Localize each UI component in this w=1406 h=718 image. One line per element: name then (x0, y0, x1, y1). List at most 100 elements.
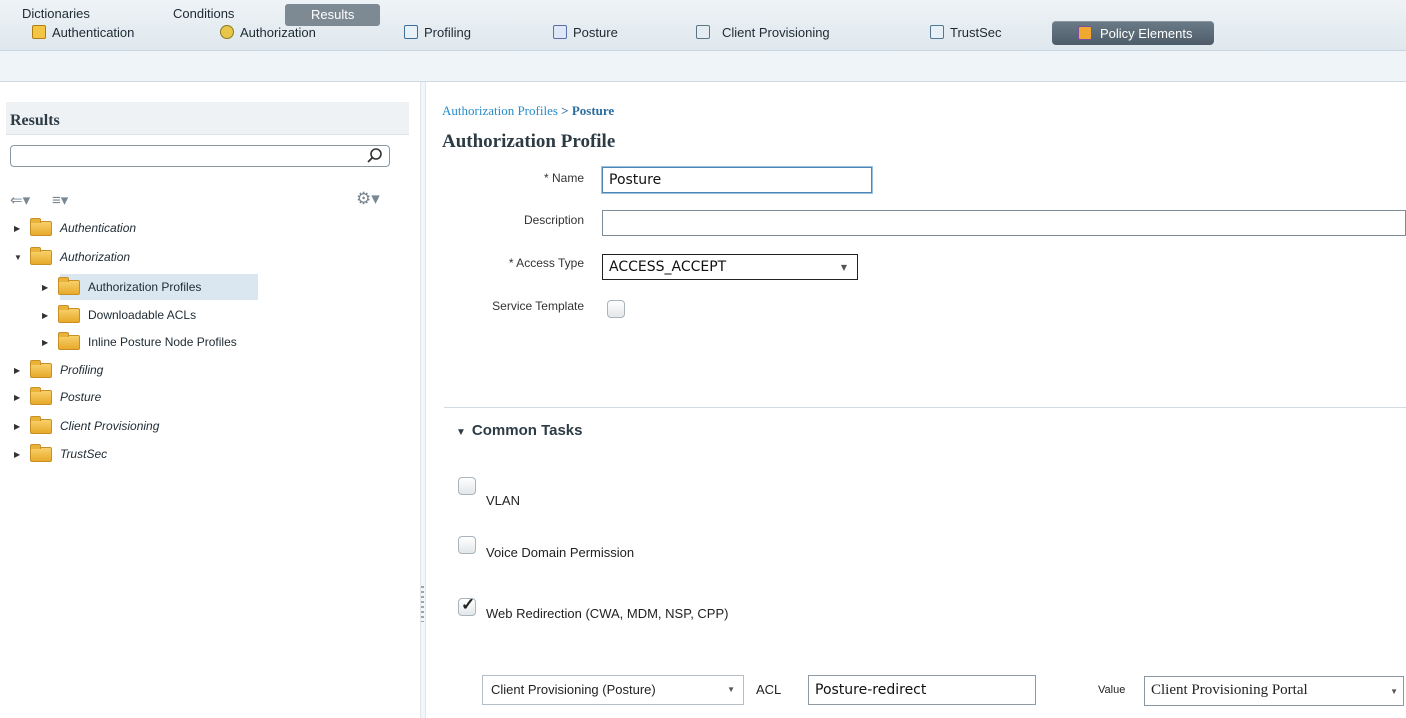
breadcrumb-separator: > (557, 103, 572, 118)
tree-item-client-provisioning[interactable]: ▶ Client Provisioning (14, 415, 160, 436)
voice-domain-permission-label: Voice Domain Permission (486, 545, 635, 560)
portal-value: Client Provisioning Portal (1151, 682, 1308, 698)
access-type-label: * Access Type (508, 256, 584, 270)
expand-arrow-icon[interactable]: ▶ (14, 224, 26, 233)
profiling-icon (404, 25, 418, 39)
tab-label: Authentication (52, 24, 135, 40)
tree-view-icon[interactable]: ≡▾ (52, 191, 68, 209)
tree-item-authorization[interactable]: ▼ Authorization (14, 246, 131, 267)
section-divider (444, 407, 1406, 408)
subtab-dictionaries[interactable]: Dictionaries (22, 6, 90, 21)
acl-label: ACL (756, 682, 782, 697)
section-title-label: Common Tasks (471, 422, 583, 439)
chevron-down-icon: ▼ (840, 263, 847, 272)
vlan-checkbox[interactable] (458, 477, 476, 495)
policy-elements-icon (1078, 26, 1092, 40)
description-label: Description (523, 213, 584, 227)
access-type-value: ACCESS_ACCEPT (609, 259, 727, 275)
folder-icon (30, 359, 52, 378)
common-tasks-header[interactable]: ▼ Common Tasks (456, 422, 583, 439)
tab-label: Client Provisioning (722, 24, 830, 40)
subtab-label: Conditions (173, 6, 235, 21)
client-provisioning-icon (696, 25, 710, 39)
tree-item-downloadable-acls[interactable]: ▶ Downloadable ACLs (42, 304, 197, 325)
folder-icon (58, 331, 80, 350)
tree-item-label: Client Provisioning (60, 419, 160, 433)
gear-icon[interactable]: ⚙▾ (356, 189, 380, 209)
tree-item-label: TrustSec (60, 447, 108, 461)
tab-label: TrustSec (950, 24, 1002, 40)
subtab-conditions[interactable]: Conditions (173, 6, 234, 21)
expand-arrow-icon[interactable]: ▶ (42, 311, 54, 320)
folder-icon (30, 443, 52, 462)
vlan-label: VLAN (486, 493, 520, 508)
sub-nav-bar (0, 51, 1406, 82)
portal-value-select[interactable]: Client Provisioning Portal ▼ (1144, 676, 1404, 706)
search-icon[interactable] (366, 147, 384, 165)
subtab-label: Results (311, 7, 355, 22)
chevron-down-icon: ▼ (1390, 687, 1398, 696)
expand-arrow-icon[interactable]: ▶ (42, 338, 54, 347)
service-template-label: Service Template (492, 299, 584, 313)
tree-item-label: Inline Posture Node Profiles (88, 335, 237, 349)
tree-item-label: Profiling (60, 363, 104, 377)
authentication-icon (32, 25, 46, 39)
subtab-results[interactable]: Results (285, 4, 381, 26)
breadcrumb-link[interactable]: Authorization Profiles (442, 103, 558, 118)
collapse-arrow-icon[interactable]: ▼ (14, 253, 26, 262)
tree-item-trustsec[interactable]: ▶ TrustSec (14, 443, 108, 464)
sidebar-title: Results (10, 112, 60, 129)
service-template-checkbox[interactable] (607, 300, 625, 318)
tab-profiling[interactable]: Profiling (404, 20, 471, 44)
expand-arrow-icon[interactable]: ▶ (14, 393, 26, 402)
expand-arrow-icon[interactable]: ▶ (14, 422, 26, 431)
voice-domain-permission-checkbox[interactable] (458, 536, 476, 554)
tree-item-authorization-profiles[interactable]: ▶ Authorization Profiles (42, 276, 202, 297)
page-title: Authorization Profile (442, 131, 616, 152)
splitter-grip-icon[interactable] (421, 586, 424, 622)
expand-arrow-icon[interactable]: ▶ (14, 450, 26, 459)
tab-authentication[interactable]: Authentication (32, 20, 134, 44)
tree-item-profiling[interactable]: ▶ Profiling (14, 359, 104, 380)
value-label: Value (1098, 684, 1126, 696)
tree-item-label: Downloadable ACLs (88, 308, 197, 322)
panel-splitter[interactable] (420, 82, 426, 718)
tab-label: Authorization (240, 24, 316, 40)
web-redirection-checkbox[interactable] (458, 595, 476, 616)
chevron-down-icon: ▼ (727, 685, 735, 694)
folder-icon (30, 217, 52, 236)
collapse-arrow-icon: ▼ (456, 427, 466, 438)
tab-posture[interactable]: Posture (553, 20, 618, 44)
authorization-icon (220, 25, 234, 39)
tree-item-label: Authorization Profiles (88, 280, 202, 294)
tab-label: Posture (573, 24, 618, 40)
posture-icon (553, 25, 567, 39)
tree-item-authentication[interactable]: ▶ Authentication (14, 217, 137, 238)
web-redirection-label: Web Redirection (CWA, MDM, NSP, CPP) (486, 606, 729, 621)
tree-item-inline-posture-node-profiles[interactable]: ▶ Inline Posture Node Profiles (42, 331, 237, 352)
folder-icon (58, 304, 80, 323)
tab-label: Policy Elements (1100, 25, 1193, 41)
folder-icon (30, 415, 52, 434)
access-type-select[interactable]: ACCESS_ACCEPT ▼ (602, 254, 858, 280)
tab-trustsec[interactable]: TrustSec (930, 20, 1002, 44)
tab-label: Profiling (424, 24, 471, 40)
tree-item-label: Posture (60, 390, 102, 404)
acl-input[interactable] (808, 675, 1036, 705)
results-header (6, 102, 409, 135)
expand-arrow-icon[interactable]: ▶ (14, 366, 26, 375)
name-field[interactable] (602, 167, 872, 193)
description-field[interactable] (602, 210, 1406, 236)
folder-icon (58, 276, 80, 295)
tree-item-posture[interactable]: ▶ Posture (14, 386, 102, 407)
search-input[interactable] (10, 145, 390, 167)
subtab-label: Dictionaries (22, 6, 90, 21)
tree-item-label: Authorization (60, 250, 131, 264)
tree-item-label: Authentication (60, 221, 137, 235)
name-label: * Name (543, 171, 584, 185)
redirect-type-select[interactable]: Client Provisioning (Posture) ▼ (482, 675, 744, 705)
tab-policy-elements[interactable]: Policy Elements (1052, 21, 1215, 45)
tab-client-provisioning[interactable]: Client Provisioning (696, 20, 830, 44)
expand-arrow-icon[interactable]: ▶ (42, 283, 54, 292)
back-arrow-icon[interactable]: ⇐▾ (10, 191, 30, 209)
